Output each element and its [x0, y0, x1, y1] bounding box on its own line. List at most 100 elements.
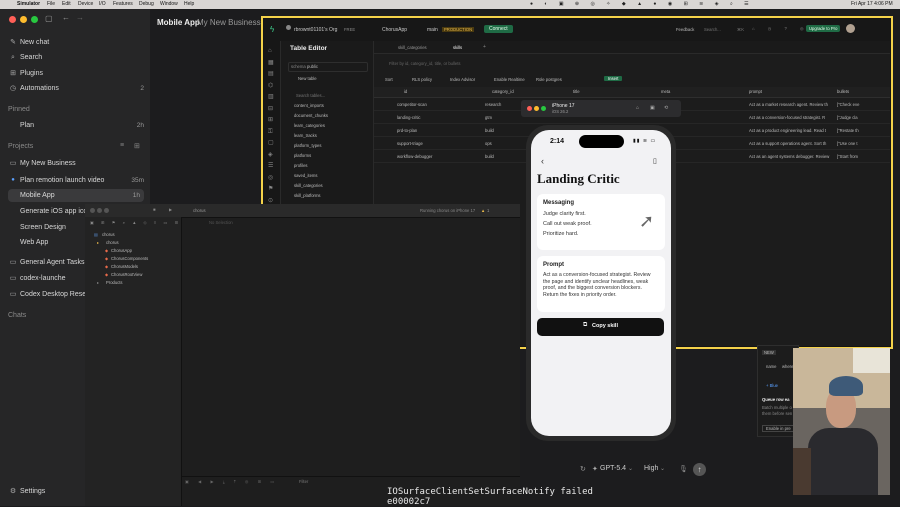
supabase-search-input[interactable]: Search...: [704, 27, 721, 32]
cell-prompt[interactable]: Act as a market research agent. Review t…: [749, 102, 828, 107]
tab-skill-categories[interactable]: skill_categories: [398, 45, 427, 50]
table-list-item[interactable]: profiles: [294, 163, 308, 168]
home-icon[interactable]: ⌂: [636, 105, 639, 111]
add-project-icon[interactable]: ⊞: [134, 142, 140, 150]
tree-item[interactable]: ChorusModels: [111, 264, 138, 269]
screenshot-icon[interactable]: ▣: [650, 105, 655, 111]
tree-item[interactable]: chorus: [102, 232, 115, 237]
minimize-window-button[interactable]: [20, 16, 27, 23]
org-name[interactable]: rbrownt01101's Org: [294, 27, 337, 33]
xcode-close-button[interactable]: [90, 208, 95, 213]
cell-bullets[interactable]: ["Judge cla: [837, 115, 858, 120]
project-name[interactable]: ChorusApp: [382, 27, 407, 33]
zoom-window-button[interactable]: [31, 16, 38, 23]
feedback-button[interactable]: Feedback: [676, 27, 694, 32]
upgrade-button[interactable]: Upgrade to Pro: [806, 25, 841, 32]
cell-prompt[interactable]: Act as a support operations agent. Sort …: [749, 141, 826, 146]
forward-arrow-icon[interactable]: →: [76, 13, 84, 22]
cell-bullets[interactable]: ["Check eve: [837, 102, 859, 107]
table-list-item[interactable]: skill_platforms: [294, 193, 321, 198]
project-my-new-business[interactable]: ▭ My New Business: [8, 157, 144, 170]
cell-id[interactable]: competitor-scan: [397, 102, 427, 107]
menu-simulator[interactable]: Simulator: [17, 0, 40, 9]
send-button[interactable]: ↑: [693, 463, 706, 476]
table-list-item[interactable]: content_imports: [294, 103, 324, 108]
cell-id[interactable]: support-triage: [397, 141, 423, 146]
rls-policy-button[interactable]: RLS policy: [412, 77, 432, 82]
menu-edit[interactable]: Edit: [62, 0, 71, 9]
cell-category[interactable]: build: [485, 154, 494, 159]
col-header-meta[interactable]: meta: [661, 89, 670, 94]
filter-input[interactable]: Filter by id, category_id, title, or bul…: [389, 61, 460, 66]
cell-prompt[interactable]: Act as an agent systems debugger. Review: [749, 154, 829, 159]
cell-category[interactable]: gtm: [485, 115, 492, 120]
cell-category[interactable]: ops: [485, 141, 492, 146]
menu-device[interactable]: Device: [78, 0, 93, 9]
debug-bar-icons[interactable]: ▣ ◀ ▶ ⤓ ⤒ ◎ ⊞ ▭: [185, 479, 278, 484]
menu-file[interactable]: File: [47, 0, 55, 9]
col-header-title[interactable]: title: [573, 89, 580, 94]
project-mobile-app[interactable]: Mobile App 1h: [8, 189, 144, 202]
bookmark-icon[interactable]: ▯: [653, 157, 657, 165]
cell-id[interactable]: workflow-debugger: [397, 154, 432, 159]
col-header-id[interactable]: id: [404, 89, 407, 94]
navigator-tabs[interactable]: ▣ ⊞ ⚑ ⌕ ▲ ◇ ≡ ▭ ☰: [90, 220, 181, 225]
tree-item[interactable]: ChorusApp: [111, 248, 132, 253]
cell-bullets[interactable]: ["Restate th: [837, 128, 859, 133]
cell-bullets[interactable]: ["Start from: [837, 154, 858, 159]
filter-icon[interactable]: ≡: [120, 142, 124, 149]
tree-item[interactable]: chorus: [106, 240, 119, 245]
menu-features[interactable]: Features: [113, 0, 133, 9]
add-tab-icon[interactable]: +: [483, 44, 486, 50]
menu-debug[interactable]: Debug: [139, 0, 154, 9]
sim-minimize-button[interactable]: [534, 106, 539, 111]
sim-zoom-button[interactable]: [541, 106, 546, 111]
tab-skills[interactable]: skills: [453, 45, 462, 50]
project-plan-remotion[interactable]: ● Plan remotion launch video 35m: [8, 174, 144, 187]
connect-button[interactable]: Connect: [484, 25, 513, 33]
xcode-minimize-button[interactable]: [97, 208, 102, 213]
table-list-item[interactable]: skill_categories: [294, 183, 323, 188]
search-button[interactable]: ⌕ Search: [8, 51, 144, 64]
toggle-sidebar-icon[interactable]: ▢: [45, 14, 53, 23]
new-table-button[interactable]: New table: [298, 76, 317, 81]
effort-selector[interactable]: High: [644, 465, 658, 472]
menu-help[interactable]: Help: [184, 0, 194, 9]
table-list-item[interactable]: platforms: [294, 153, 311, 158]
status-icons[interactable]: ● ◐ ▣ ⊕ ◎ ✧ ◆ ▲ ● ◉ ⊞ ≋ ◈ ⌕ ☰: [530, 0, 754, 9]
enable-button[interactable]: Enable in pre: [762, 425, 795, 432]
plugins-button[interactable]: ⊞ Plugins: [8, 67, 144, 80]
col-header-category-id[interactable]: category_id: [492, 89, 514, 94]
table-list-item[interactable]: platform_types: [294, 143, 321, 148]
user-avatar[interactable]: [846, 24, 855, 33]
nav-icons[interactable]: ⌂▦▤⌬▥⊟⊞⚿▢◈☰◎⚑⊙⌗⚙: [268, 46, 278, 230]
composer-icon[interactable]: ↻: [580, 465, 586, 473]
close-window-button[interactable]: [9, 16, 16, 23]
debug-filter-input[interactable]: Filter: [299, 479, 308, 484]
table-list-item[interactable]: saved_items: [294, 173, 318, 178]
new-chat-button[interactable]: ✎ New chat: [8, 36, 144, 49]
cell-bullets[interactable]: ["Use one t: [837, 141, 858, 146]
tree-item[interactable]: ChorusRootView: [111, 272, 142, 277]
cell-category[interactable]: build: [485, 128, 494, 133]
col-header-bullets[interactable]: bullets: [837, 89, 849, 94]
back-chevron-icon[interactable]: ‹: [541, 156, 544, 166]
model-selector[interactable]: GPT-5.4: [600, 465, 626, 472]
cell-category[interactable]: research: [485, 102, 501, 107]
back-arrow-icon[interactable]: ←: [62, 13, 70, 22]
table-list-item[interactable]: learn_tracks: [294, 133, 317, 138]
search-tables-input[interactable]: Search tables...: [296, 93, 325, 98]
copy-skill-button[interactable]: ⧉ Copy skill: [537, 318, 664, 336]
index-advisor-button[interactable]: Index Advisor: [450, 77, 475, 82]
cell-id[interactable]: landing-critic: [397, 115, 421, 120]
rotate-icon[interactable]: ⟲: [664, 105, 668, 111]
menu-window[interactable]: Window: [160, 0, 178, 9]
scheme-selector[interactable]: chorus: [193, 208, 206, 213]
sim-close-button[interactable]: [527, 106, 532, 111]
xcode-zoom-button[interactable]: [104, 208, 109, 213]
table-list-item[interactable]: learn_categories: [294, 123, 325, 128]
enable-realtime-button[interactable]: Enable Realtime: [494, 77, 525, 82]
automations-button[interactable]: ◷ Automations 2: [8, 82, 144, 95]
tree-item[interactable]: ChorusComponents: [111, 256, 148, 261]
stop-icon[interactable]: ■: [153, 207, 156, 212]
